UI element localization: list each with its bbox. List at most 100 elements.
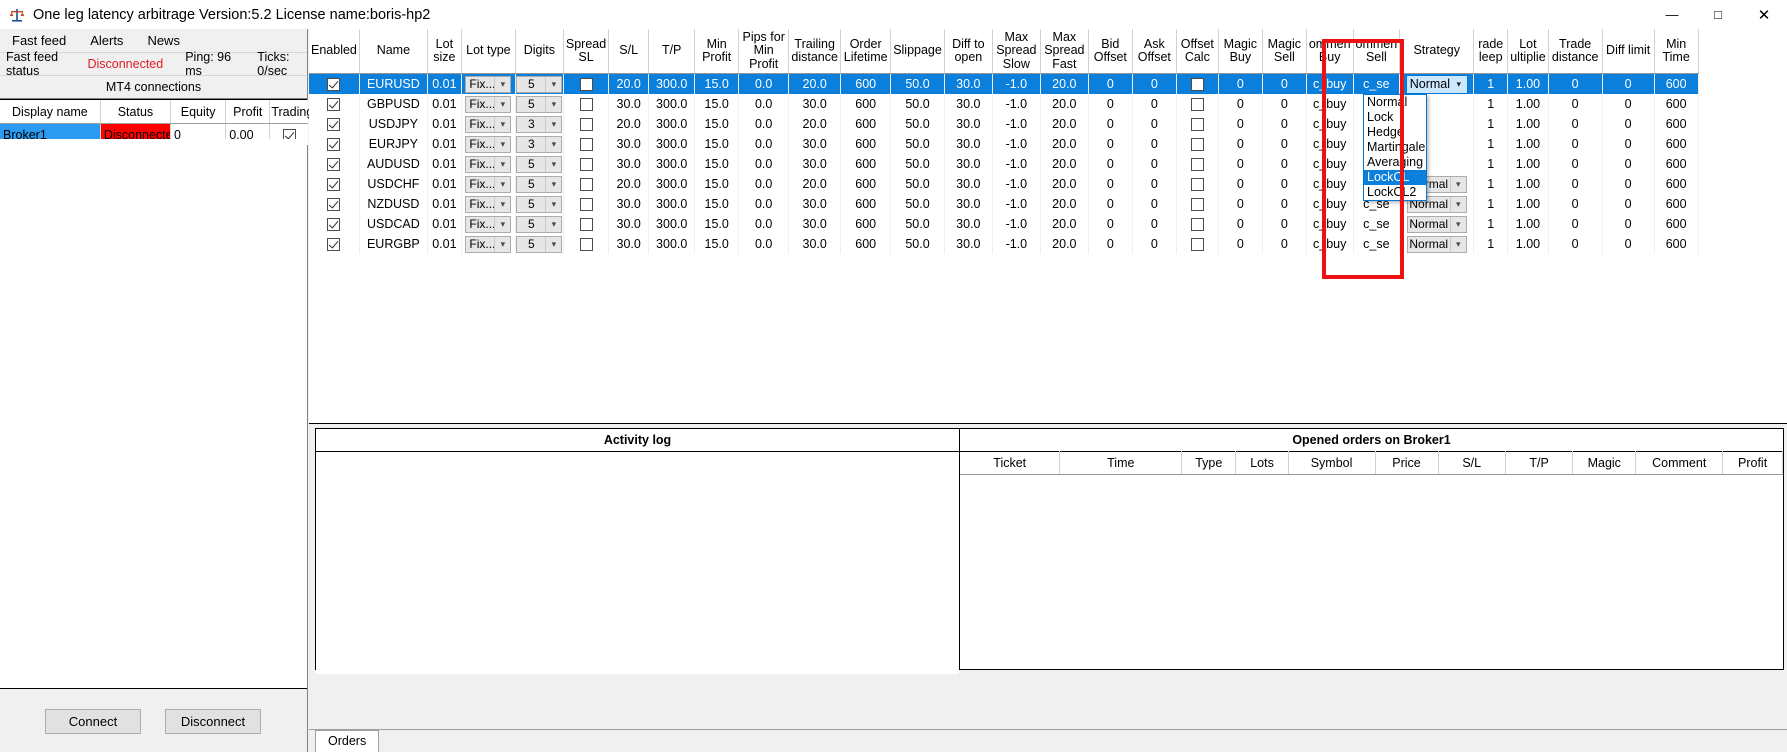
col-digits[interactable]: Digits [515, 29, 564, 74]
col-t-p[interactable]: T/P [648, 29, 696, 74]
col-offset-calc[interactable]: Offset Calc [1176, 29, 1219, 74]
cell-min_profit[interactable]: 15.0 [694, 114, 740, 134]
cell-order_lifetime[interactable]: 600 [840, 194, 892, 214]
cell-sl[interactable]: 20.0 [608, 174, 650, 194]
cell-diff_to_open[interactable]: 30.0 [944, 114, 993, 134]
cell-max_spread_fast[interactable]: 20.0 [1040, 174, 1089, 194]
cell-magic_sell[interactable]: 0 [1262, 114, 1307, 134]
cell-offset_calc[interactable] [1176, 134, 1219, 154]
col-type[interactable]: Type [1181, 451, 1237, 475]
cell-name[interactable]: NZDUSD [359, 194, 428, 214]
cell-diff_to_open[interactable]: 30.0 [944, 73, 993, 94]
cell-magic_buy[interactable]: 0 [1218, 114, 1263, 134]
cell-lot_size[interactable]: 0.01 [427, 114, 462, 134]
cell-trade_distance[interactable]: 0 [1548, 73, 1603, 94]
cell-ask_offset[interactable]: 0 [1132, 114, 1177, 134]
cell-sl[interactable]: 30.0 [608, 154, 650, 174]
cell-trade_distance[interactable]: 0 [1548, 194, 1603, 214]
cell-max_spread_fast[interactable]: 20.0 [1040, 94, 1089, 114]
cell-lot_multiplier[interactable]: 1.00 [1507, 194, 1549, 214]
cell-spread_sl[interactable] [563, 134, 610, 154]
cell-max_spread_slow[interactable]: -1.0 [992, 73, 1041, 94]
cell-digits[interactable]: 3 ▾ [515, 134, 564, 154]
cell-min_time[interactable]: 600 [1654, 114, 1699, 134]
cell-lot_multiplier[interactable]: 1.00 [1507, 154, 1549, 174]
cell-lot_size[interactable]: 0.01 [427, 134, 462, 154]
col-symbol[interactable]: Symbol [1288, 451, 1376, 475]
cell-digits[interactable]: 5 ▾ [515, 174, 564, 194]
cell-lot_type[interactable]: Fix... ▾ [461, 73, 516, 94]
lot-type-combobox[interactable]: Fix... ▾ [465, 175, 512, 193]
cell-slippage[interactable]: 50.0 [890, 114, 945, 134]
cell-diff_limit[interactable]: 0 [1602, 234, 1655, 254]
cell-lot_type[interactable]: Fix... ▾ [461, 174, 516, 194]
cell-enabled[interactable] [309, 114, 360, 134]
cell-bid_offset[interactable]: 0 [1088, 134, 1133, 154]
col-profit[interactable]: Profit [1722, 451, 1783, 475]
col-strategy[interactable]: Strategy [1399, 29, 1475, 74]
cell-pips_min_profit[interactable]: 0.0 [738, 73, 790, 94]
cell-name[interactable]: USDCAD [359, 214, 428, 234]
cell-sl[interactable]: 30.0 [608, 134, 650, 154]
cell-max_spread_slow[interactable]: -1.0 [992, 174, 1041, 194]
cell-name[interactable]: AUDUSD [359, 154, 428, 174]
cell-digits[interactable]: 5 ▾ [515, 214, 564, 234]
cell-min_time[interactable]: 600 [1654, 73, 1699, 94]
table-row[interactable]: EURUSD 0.01 Fix... ▾ 5 ▾ 20.0 300.0 15.0 0.0 20.0 6… [309, 73, 1699, 94]
col-ticket[interactable]: Ticket [960, 451, 1061, 475]
col-s-l[interactable]: S/L [608, 29, 650, 74]
cell-strategy[interactable]: Normal ▾ [1399, 214, 1475, 234]
col-ommen-buy[interactable]: ommen Buy [1306, 29, 1354, 74]
cell-sl[interactable]: 30.0 [608, 94, 650, 114]
cell-comment_buy[interactable]: c_buy [1306, 114, 1354, 134]
cell-spread_sl[interactable] [563, 234, 610, 254]
cell-sl[interactable]: 20.0 [608, 114, 650, 134]
cell-comment_buy[interactable]: c_buy [1306, 73, 1354, 94]
cell-enabled[interactable] [309, 94, 360, 114]
cell-ask_offset[interactable]: 0 [1132, 214, 1177, 234]
cell-max_spread_slow[interactable]: -1.0 [992, 114, 1041, 134]
connect-button[interactable]: Connect [45, 708, 141, 734]
dropdown-option-averaging[interactable]: Averaging [1364, 155, 1426, 170]
minimize-button[interactable]: — [1649, 0, 1695, 29]
cell-comment_buy[interactable]: c_buy [1306, 134, 1354, 154]
cell-lot_type[interactable]: Fix... ▾ [461, 214, 516, 234]
cell-min_profit[interactable]: 15.0 [694, 234, 740, 254]
cell-trade_distance[interactable]: 0 [1548, 174, 1603, 194]
col-magic[interactable]: Magic [1572, 451, 1637, 475]
cell-lot_type[interactable]: Fix... ▾ [461, 114, 516, 134]
cell-bid_offset[interactable]: 0 [1088, 73, 1133, 94]
cell-comment_buy[interactable]: c_buy [1306, 214, 1354, 234]
table-row[interactable]: EURGBP 0.01 Fix... ▾ 5 ▾ 30.0 300.0 15.0 0.0 30.0 6… [309, 234, 1699, 254]
menu-item-fast-feed[interactable]: Fast feed [0, 29, 78, 52]
cell-trade_sleep[interactable]: 1 [1473, 134, 1509, 154]
cell-tp[interactable]: 300.0 [648, 134, 696, 154]
cell-diff_limit[interactable]: 0 [1602, 214, 1655, 234]
cell-slippage[interactable]: 50.0 [890, 134, 945, 154]
cell-tp[interactable]: 300.0 [648, 174, 696, 194]
cell-offset_calc[interactable] [1176, 94, 1219, 114]
cell-order_lifetime[interactable]: 600 [840, 114, 892, 134]
col-lot-type[interactable]: Lot type [461, 29, 516, 74]
cell-trade_sleep[interactable]: 1 [1473, 194, 1509, 214]
cell-trade_sleep[interactable]: 1 [1473, 114, 1509, 134]
col-comment[interactable]: Comment [1635, 451, 1724, 475]
close-button[interactable]: ✕ [1741, 0, 1787, 29]
cell-tp[interactable]: 300.0 [648, 214, 696, 234]
cell-magic_sell[interactable]: 0 [1262, 174, 1307, 194]
cell-comment_sell[interactable]: c_se [1353, 214, 1401, 234]
col-pips-for-min-profit[interactable]: Pips for Min Profit [738, 29, 790, 74]
cell-bid_offset[interactable]: 0 [1088, 154, 1133, 174]
digits-combobox[interactable]: 3 ▾ [516, 115, 563, 133]
cell-diff_to_open[interactable]: 30.0 [944, 234, 993, 254]
lot-type-combobox[interactable]: Fix... ▾ [465, 155, 512, 173]
cell-comment_sell[interactable]: c_se [1353, 73, 1401, 94]
digits-combobox[interactable]: 5 ▾ [516, 75, 563, 93]
digits-combobox[interactable]: 5 ▾ [516, 215, 563, 233]
cell-trade_sleep[interactable]: 1 [1473, 174, 1509, 194]
cell-max_spread_slow[interactable]: -1.0 [992, 234, 1041, 254]
cell-spread_sl[interactable] [563, 73, 610, 94]
cell-enabled[interactable] [309, 234, 360, 254]
cell-trailing_distance[interactable]: 30.0 [788, 234, 842, 254]
col-name[interactable]: Name [359, 29, 428, 74]
